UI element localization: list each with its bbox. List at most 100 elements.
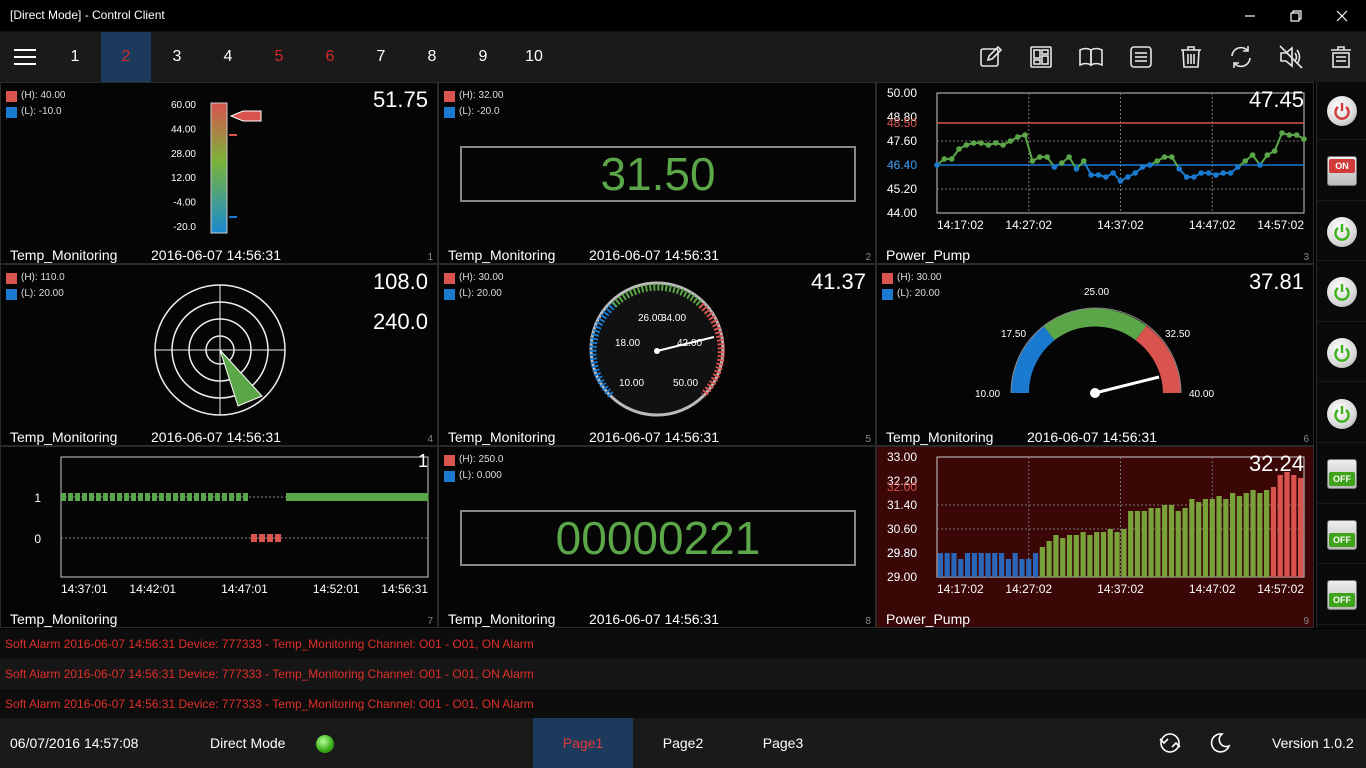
y-tick-label: 45.20	[887, 182, 917, 196]
data-point	[1264, 152, 1271, 158]
page-button-5[interactable]: 5	[254, 32, 304, 82]
output-power-button[interactable]	[1317, 264, 1366, 322]
page-button-1[interactable]: 1	[50, 32, 100, 82]
page-button-2[interactable]: 2	[101, 32, 151, 82]
gauge-label: 50.00	[673, 378, 698, 389]
high-limit: (H): 250.0	[459, 454, 504, 465]
tile-2-digital[interactable]: (H): 32.00 (L): -20.0 31.50 Temp_Monitor…	[438, 82, 876, 264]
page-button-6[interactable]: 6	[305, 32, 355, 82]
tile-7-state-chart[interactable]: 1 0 14:37:01 14:42:01 14:47:01 14:52:01 14:56:…	[0, 446, 438, 628]
alarm-row[interactable]: Soft Alarm 2016-06-07 14:56:31 Device: 7…	[0, 689, 1366, 719]
data-point	[1117, 178, 1124, 184]
data-point	[1095, 172, 1102, 178]
close-button[interactable]	[1319, 0, 1365, 32]
scale-label: -20.0	[173, 222, 196, 233]
connection-status-led	[316, 735, 334, 753]
page-button-8[interactable]: 8	[407, 32, 457, 82]
alarm-row[interactable]: Soft Alarm 2016-06-07 14:56:31 Device: 7…	[0, 659, 1366, 689]
tile-6-arc-gauge[interactable]: (H): 30.00 (L): 20.00 25.00 17.50 32.50 …	[876, 264, 1314, 446]
bar	[1202, 499, 1209, 577]
bar	[1039, 547, 1045, 577]
data-point	[992, 140, 999, 146]
tile-number: 5	[865, 434, 871, 445]
bar	[1168, 505, 1175, 577]
data-point	[1227, 170, 1234, 176]
current-value: 47.45	[1248, 87, 1304, 112]
output-power-button[interactable]	[1317, 82, 1366, 140]
output-power-button[interactable]	[1317, 385, 1366, 443]
data-point	[934, 162, 940, 168]
restore-button[interactable]	[1273, 0, 1319, 32]
state-off-mark	[267, 534, 273, 542]
page-button-7[interactable]: 7	[356, 32, 406, 82]
book-button[interactable]	[1066, 32, 1116, 82]
bar	[978, 553, 984, 577]
output-controls-sidebar: ON OFF OFF OFF	[1316, 82, 1366, 628]
state-on-mark	[243, 493, 248, 501]
data-point	[963, 142, 970, 148]
tile-1-thermometer[interactable]: (H): 40.00 (L): -10.0 60.00 44.00 28.00 12.…	[0, 82, 438, 264]
bar	[1100, 532, 1107, 577]
alarm-row[interactable]: Soft Alarm 2016-06-07 14:56:31 Device: 7…	[0, 629, 1366, 659]
page-tab-2[interactable]: Page2	[633, 718, 733, 768]
menu-button[interactable]	[0, 32, 50, 82]
low-swatch	[444, 106, 455, 118]
state-on-mark	[376, 493, 382, 501]
minimize-button[interactable]	[1227, 0, 1273, 32]
data-point	[1198, 170, 1205, 176]
state-on-mark	[329, 493, 334, 501]
night-mode-button[interactable]	[1200, 718, 1240, 768]
output-power-button[interactable]	[1317, 324, 1366, 383]
bar	[1182, 508, 1188, 577]
state-on-mark	[215, 493, 220, 501]
y-tick-label: 48.50	[887, 116, 917, 130]
save-button[interactable]	[1116, 32, 1166, 82]
moon-icon	[1210, 733, 1231, 753]
bar	[1196, 502, 1202, 577]
bar	[1298, 478, 1304, 577]
tile-9-bar-chart[interactable]: 33.00 32.20 32.00 31.40 30.60 29.80 29.80 29.00…	[876, 446, 1314, 628]
output-toggle-switch[interactable]: OFF	[1317, 446, 1366, 504]
page-tab-1[interactable]: Page1	[533, 718, 633, 768]
bar	[1114, 532, 1120, 577]
output-toggle-switch[interactable]: OFF	[1317, 567, 1366, 625]
bar	[1141, 511, 1147, 577]
dashboard-button[interactable]	[1016, 32, 1066, 82]
tile-4-polar[interactable]: (H): 110.0 (L): 20.00 108.0 240.0 Temp_M…	[0, 264, 438, 446]
state-on-mark	[380, 493, 386, 501]
control-client-window: [Direct Mode] - Control Client 123456789…	[0, 0, 1366, 768]
sync-button[interactable]	[1150, 718, 1190, 768]
page-button-9[interactable]: 9	[458, 32, 508, 82]
page-button-4[interactable]: 4	[203, 32, 253, 82]
status-datetime: 06/07/2016 14:57:08	[10, 735, 139, 751]
bar	[1257, 493, 1263, 577]
output-toggle-switch[interactable]: ON	[1317, 143, 1366, 201]
bar	[1087, 535, 1093, 577]
bar	[1046, 541, 1052, 577]
mute-button[interactable]	[1266, 32, 1316, 82]
state-on-mark	[68, 493, 73, 501]
tile-3-line-chart[interactable]: 50.00 48.80 48.50 47.60 46.40 46.40 45.20 44.00…	[876, 82, 1314, 264]
state-off-mark	[259, 534, 265, 542]
refresh-button[interactable]	[1216, 32, 1266, 82]
tile-8-counter[interactable]: (H): 250.0 (L): 0.000 00000221 Temp_Moni…	[438, 446, 876, 628]
output-power-button[interactable]	[1317, 203, 1366, 262]
bar	[1128, 511, 1134, 577]
switch-label: OFF	[1329, 532, 1355, 547]
data-point	[1036, 154, 1043, 160]
state-on-mark	[286, 493, 291, 501]
bar	[1005, 559, 1011, 577]
page-button-10[interactable]: 10	[509, 32, 559, 82]
delete-button[interactable]	[1166, 32, 1216, 82]
digital-display: 31.50	[460, 146, 856, 202]
output-toggle-switch[interactable]: OFF	[1317, 506, 1366, 565]
page-button-3[interactable]: 3	[152, 32, 202, 82]
clear-button[interactable]	[1316, 32, 1366, 82]
page-tab-3[interactable]: Page3	[733, 718, 833, 768]
power-icon	[1327, 277, 1357, 308]
state-on-mark	[294, 493, 300, 501]
tile-5-round-gauge[interactable]: (H): 30.00 (L): 20.00 26.00 34.00 18.00 …	[438, 264, 876, 446]
state-on-mark	[145, 493, 150, 501]
book-icon	[1079, 47, 1103, 67]
edit-button[interactable]	[966, 32, 1016, 82]
